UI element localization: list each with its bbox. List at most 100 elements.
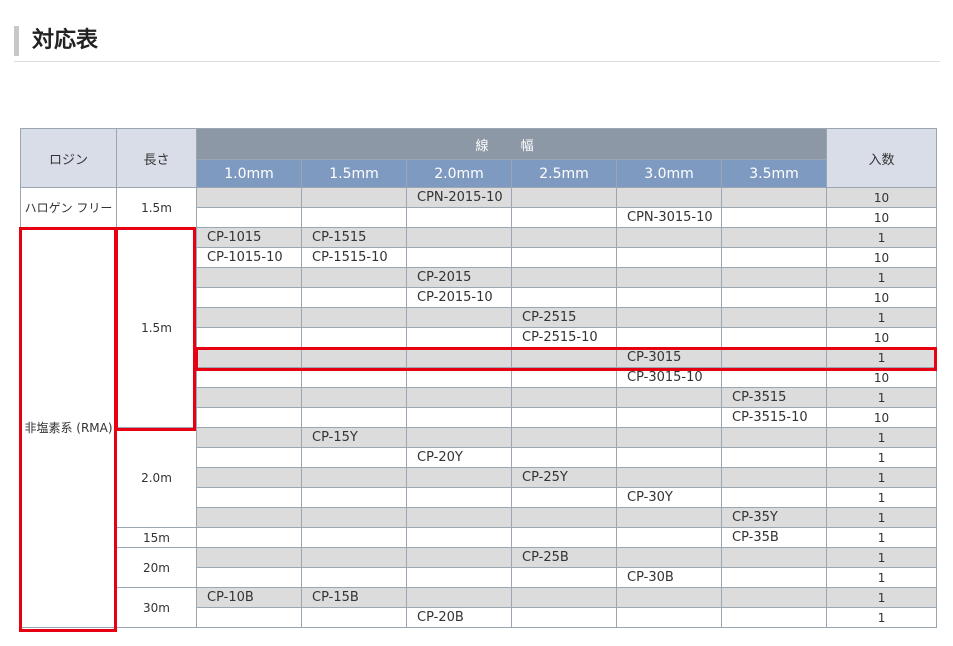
product-cell-2-0mm <box>406 587 512 608</box>
product-cell-1-5mm <box>301 327 407 348</box>
product-cell-1-5mm <box>301 567 407 588</box>
product-cell-1-0mm <box>196 267 302 288</box>
product-cell-3-5mm <box>720 587 828 608</box>
product-cell-1-0mm <box>196 447 302 468</box>
quantity-cell: 1 <box>826 567 938 588</box>
product-cell-1-0mm <box>196 287 302 308</box>
table-row: ハロゲン フリー 1.5m CPN-2015-10 10 <box>20 187 938 228</box>
length-label: 2.0m <box>116 427 197 528</box>
product-cell-2-0mm <box>406 327 512 348</box>
product-cell-2-0mm <box>406 227 512 248</box>
page-title: 対応表 <box>32 28 99 53</box>
product-cell-3-0mm <box>616 407 722 428</box>
product-cell-3-0mm <box>616 327 722 348</box>
product-cell-1-0mm <box>196 207 302 228</box>
product-cell-2-5mm <box>511 447 617 468</box>
product-cell-1-5mm <box>301 367 407 388</box>
quantity-cell: 1 <box>826 427 938 448</box>
product-cell-2-0mm: CP-20B <box>406 607 512 628</box>
header-width-3-5mm: 3.5mm <box>720 159 828 188</box>
product-cell-1-0mm <box>196 547 302 568</box>
product-cell-1-0mm: CP-1015 <box>196 227 302 248</box>
product-cell-2-5mm <box>511 607 617 628</box>
product-cell-3-0mm: CP-30Y <box>616 487 722 508</box>
product-cell-1-5mm <box>301 447 407 468</box>
product-cell-2-5mm <box>511 407 617 428</box>
product-cell-3-5mm <box>720 427 828 448</box>
header-rosin: ロジン <box>20 128 117 188</box>
product-cell-2-0mm <box>406 427 512 448</box>
product-cell-3-0mm <box>616 187 722 208</box>
product-cell-2-5mm: CP-2515-10 <box>511 327 617 348</box>
product-cell-3-0mm <box>616 587 722 608</box>
product-cell-3-5mm <box>720 307 828 328</box>
product-cell-2-5mm <box>511 287 617 308</box>
product-cell-2-5mm <box>511 347 617 368</box>
product-cell-3-5mm <box>720 467 828 488</box>
product-cell-1-5mm: CP-15Y <box>301 427 407 448</box>
quantity-cell: 1 <box>826 387 938 408</box>
table-row: 2.0m CP-15Y 1 <box>21 427 938 528</box>
product-cell-3-5mm <box>720 607 828 628</box>
product-cell-1-0mm <box>196 607 302 628</box>
product-cell-1-0mm <box>196 307 302 328</box>
product-cell-1-5mm <box>301 607 407 628</box>
quantity-cell: 10 <box>826 287 938 308</box>
product-cell-2-0mm: CP-20Y <box>406 447 512 468</box>
product-cell-3-5mm <box>720 367 828 388</box>
product-cell-2-0mm <box>406 507 512 528</box>
product-cell-3-0mm <box>616 307 722 328</box>
product-cell-2-5mm <box>511 207 617 228</box>
product-cell-3-0mm <box>616 607 722 628</box>
product-cell-1-0mm <box>196 327 302 348</box>
product-cell-1-0mm <box>196 427 302 448</box>
product-cell-2-0mm <box>406 247 512 268</box>
product-cell-3-0mm: CP-3015 <box>616 347 722 368</box>
product-cell-1-0mm: CP-10B <box>196 587 302 608</box>
product-cell-3-0mm <box>616 267 722 288</box>
product-cell-3-0mm <box>616 447 722 468</box>
product-cell-3-0mm <box>616 387 722 408</box>
product-cell-2-5mm <box>511 187 617 208</box>
quantity-cell: 1 <box>826 347 938 368</box>
product-cell-3-5mm <box>720 287 828 308</box>
quantity-cell: 1 <box>826 507 938 528</box>
quantity-cell: 10 <box>826 187 938 208</box>
product-cell-1-0mm <box>196 467 302 488</box>
product-cell-1-5mm: CP-15B <box>301 587 407 608</box>
product-cell-3-0mm <box>616 427 722 448</box>
product-cell-1-5mm <box>301 507 407 528</box>
product-cell-2-5mm <box>511 587 617 608</box>
product-cell-2-5mm <box>511 367 617 388</box>
product-cell-1-0mm <box>196 507 302 528</box>
product-cell-1-5mm <box>301 307 407 328</box>
product-cell-3-5mm <box>720 547 828 568</box>
product-cell-3-0mm <box>616 527 722 548</box>
quantity-cell: 1 <box>826 487 938 508</box>
header-width-1-0mm: 1.0mm <box>196 159 302 188</box>
product-cell-3-5mm: CP-3515 <box>720 387 828 408</box>
product-cell-2-5mm <box>511 427 617 448</box>
quantity-cell: 1 <box>826 307 938 328</box>
quantity-cell: 1 <box>826 267 938 288</box>
product-cell-2-0mm <box>406 407 512 428</box>
rosin-group-label: ハロゲン フリー <box>20 187 117 228</box>
quantity-cell: 1 <box>826 547 938 568</box>
quantity-cell: 10 <box>826 407 938 428</box>
product-cell-3-5mm <box>720 187 828 208</box>
product-cell-3-0mm <box>616 227 722 248</box>
product-cell-2-5mm <box>511 387 617 408</box>
product-cell-2-5mm <box>511 567 617 588</box>
product-cell-2-5mm: CP-25B <box>511 547 617 568</box>
product-cell-3-5mm <box>720 567 828 588</box>
product-cell-2-5mm <box>511 267 617 288</box>
quantity-cell: 1 <box>826 527 938 548</box>
table-row: 非塩素系 (RMA) 1.5m CP-1015 CP-1515 1 <box>20 227 938 628</box>
product-cell-1-0mm <box>196 487 302 508</box>
quantity-cell: 10 <box>826 327 938 348</box>
product-cell-3-5mm <box>720 447 828 468</box>
product-cell-2-0mm: CP-2015 <box>406 267 512 288</box>
product-cell-3-0mm <box>616 287 722 308</box>
product-cell-1-5mm <box>301 527 407 548</box>
product-cell-1-0mm: CP-1015-10 <box>196 247 302 268</box>
